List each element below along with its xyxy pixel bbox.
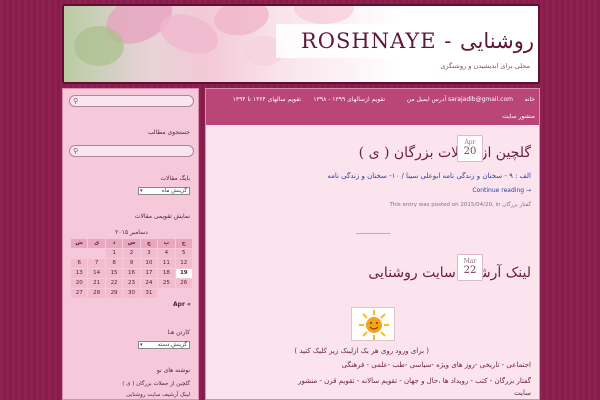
main-content: خانه آدرس ایمیل من sarajadib@gmail.com ت… bbox=[205, 88, 540, 400]
calendar-day[interactable]: 6 bbox=[71, 259, 88, 268]
calendar-day[interactable]: 26 bbox=[175, 279, 192, 288]
chevron-down-icon: ▾ bbox=[140, 342, 143, 348]
calendar-weekday: ی bbox=[88, 239, 105, 248]
continue-reading-link[interactable]: Continue reading → bbox=[472, 187, 531, 194]
nav-bar: خانه آدرس ایمیل من sarajadib@gmail.com ت… bbox=[206, 89, 539, 125]
categories-dropdown[interactable]: ▾ گزینش دسته bbox=[138, 341, 190, 349]
calendar-weekday: چ bbox=[140, 239, 158, 248]
calendar-day[interactable]: 11 bbox=[158, 259, 175, 268]
calendar-weekday: د bbox=[105, 239, 123, 248]
sun-logo[interactable] bbox=[351, 307, 395, 341]
calendar-weekday: پ bbox=[158, 239, 175, 248]
calendar-day[interactable]: 23 bbox=[123, 279, 140, 288]
nav-calendar-1398[interactable]: تقویم ازسالهای ۱۳۹۹ - ۱۳۹۸ bbox=[313, 96, 385, 103]
recent-post-link[interactable]: گلچین از جملات بزرگان ( ی ) bbox=[122, 381, 190, 387]
archive-heading: بایگ مقالات bbox=[160, 175, 190, 182]
post-title[interactable]: گلچین از جملات بزرگان ( ی ) bbox=[359, 145, 531, 161]
calendar-prev-link[interactable]: Apr « bbox=[173, 301, 191, 308]
calendar-day[interactable]: 19 bbox=[175, 269, 192, 278]
site-title[interactable]: ROSHNAYE - روشنایی bbox=[276, 24, 538, 58]
calendar-grid: ش ی د س چ پ ج 1 2 3 4 5 6 7 8 9 10 11 12 13 14 15 16 17 18 19 20 21… bbox=[71, 239, 192, 298]
search-heading: جستجوی مطالب bbox=[147, 129, 190, 136]
calendar-day[interactable]: 8 bbox=[105, 259, 123, 268]
calendar-day[interactable]: 14 bbox=[88, 269, 105, 278]
archive-links[interactable]: سایت bbox=[514, 389, 531, 397]
recent-heading: نوشته های نو bbox=[156, 367, 190, 374]
calendar-day[interactable]: 20 bbox=[71, 279, 88, 288]
calendar-day[interactable]: 12 bbox=[175, 259, 192, 268]
calendar-day[interactable]: 15 bbox=[105, 269, 123, 278]
archive-links[interactable]: اجتماعی - تاریخی -روز های ویژه -سیاسی -ط… bbox=[342, 361, 531, 369]
calendar-weekday: س bbox=[123, 239, 140, 248]
site-tagline: محلی برای اندیشیدن و روشنگری bbox=[440, 62, 530, 70]
archive-links[interactable]: گفتار بزرگان - کتب - رویداد ها ،حال و جه… bbox=[298, 377, 531, 385]
post-link[interactable]: الف : ۹ - سخنان و زندگی نامه ابوعلی سینا… bbox=[327, 172, 531, 180]
post-title[interactable]: لینک آرشیف سایت روشنایی bbox=[368, 265, 531, 281]
calendar-day[interactable]: 5 bbox=[175, 249, 192, 258]
calendar-day bbox=[71, 249, 87, 258]
chevron-down-icon: ▾ bbox=[140, 188, 143, 194]
search-input-secondary[interactable]: ⚲ bbox=[69, 145, 194, 157]
calendar-day[interactable]: 16 bbox=[123, 269, 140, 278]
search-icon: ⚲ bbox=[73, 97, 79, 105]
date-badge: Mar 22 bbox=[457, 254, 483, 281]
calendar-weekday: ج bbox=[175, 239, 192, 248]
nav-calendar-1364[interactable]: تقویم سالهای ۱۳۶۴ تا ۱۳۹۴ bbox=[233, 96, 301, 103]
calendar-day bbox=[158, 289, 174, 298]
calendar-heading: نمایش تقویمی مقالات bbox=[134, 213, 190, 220]
calendar-day[interactable]: 29 bbox=[105, 289, 123, 298]
nav-charter[interactable]: منشور سایت bbox=[502, 113, 535, 120]
calendar-day bbox=[88, 249, 104, 258]
search-input[interactable]: ⚲ bbox=[69, 95, 194, 107]
nav-home[interactable]: خانه bbox=[525, 96, 535, 103]
categories-heading: کارتن هـا bbox=[167, 329, 190, 336]
calendar-day[interactable]: 9 bbox=[123, 259, 140, 268]
search-icon: ⚲ bbox=[73, 147, 79, 155]
calendar-day[interactable]: 25 bbox=[158, 279, 175, 288]
calendar-day[interactable]: 31 bbox=[140, 289, 158, 298]
divider bbox=[356, 233, 390, 234]
sidebar: ⚲ جستجوی مطالب ⚲ بایگ مقالات ▾ گزینش ماه… bbox=[62, 88, 199, 400]
instruction-text: ( برای ورود روی هر یک ازلینک زیر کلیک کن… bbox=[294, 347, 429, 355]
calendar-day[interactable]: 4 bbox=[158, 249, 175, 258]
calendar-day[interactable]: 30 bbox=[123, 289, 140, 298]
calendar-day[interactable]: 21 bbox=[88, 279, 105, 288]
calendar-day[interactable]: 22 bbox=[105, 279, 123, 288]
calendar-caption: دسامبر ۲۰۱۵ bbox=[115, 229, 148, 236]
calendar-day[interactable]: 1 bbox=[105, 249, 123, 258]
calendar-day[interactable]: 17 bbox=[140, 269, 158, 278]
calendar-day[interactable]: 24 bbox=[140, 279, 158, 288]
calendar-day[interactable]: 2 bbox=[123, 249, 140, 258]
calendar-day[interactable]: 27 bbox=[71, 289, 88, 298]
calendar: دسامبر ۲۰۱۵ ش ی د س چ پ ج 1 2 3 4 5 6 7 8 9 10 11 12 13 14 15… bbox=[71, 229, 192, 298]
calendar-day[interactable]: 7 bbox=[88, 259, 105, 268]
calendar-day[interactable]: 10 bbox=[140, 259, 158, 268]
calendar-day[interactable]: 3 bbox=[140, 249, 158, 258]
recent-post-link[interactable]: لینک آرشیف سایت روشنایی bbox=[126, 392, 190, 398]
calendar-day[interactable]: 28 bbox=[88, 289, 105, 298]
calendar-day bbox=[176, 289, 192, 298]
page-wrapper: ROSHNAYE - روشنایی محلی برای اندیشیدن و … bbox=[62, 4, 540, 400]
nav-email[interactable]: آدرس ایمیل من sarajadib@gmail.com bbox=[407, 96, 513, 103]
calendar-day[interactable]: 18 bbox=[158, 269, 175, 278]
calendar-day[interactable]: 13 bbox=[71, 269, 88, 278]
post-meta: This entry was posted on 2015/04/20, in … bbox=[389, 202, 531, 208]
date-badge: Apr 20 bbox=[457, 135, 483, 162]
calendar-weekday: ش bbox=[71, 239, 88, 248]
site-header: ROSHNAYE - روشنایی محلی برای اندیشیدن و … bbox=[62, 4, 540, 84]
archive-dropdown[interactable]: ▾ گزینش ماه bbox=[138, 187, 190, 195]
